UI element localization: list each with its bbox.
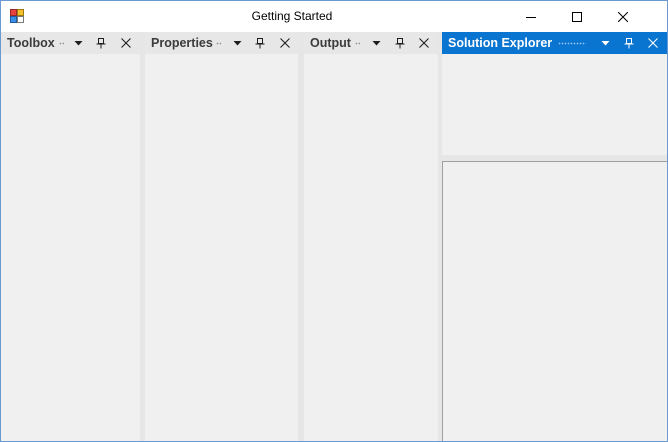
maximize-button[interactable] [554, 1, 600, 32]
properties-dropdown-button[interactable] [229, 35, 245, 51]
pin-icon [624, 37, 634, 48]
pin-icon [395, 37, 405, 48]
solution-explorer-drag-grip[interactable] [558, 42, 586, 45]
output-pane-body[interactable] [304, 54, 438, 441]
properties-pin-button[interactable] [252, 35, 268, 51]
toolbox-pane: Toolbox [1, 32, 140, 441]
output-pane: Output [304, 32, 438, 441]
title-bar[interactable]: Getting Started [1, 1, 667, 32]
close-button[interactable] [600, 1, 646, 32]
properties-close-button[interactable] [277, 35, 293, 51]
window-title: Getting Started [251, 9, 333, 23]
properties-pane-body[interactable] [145, 54, 298, 441]
output-pane-title: Output [310, 36, 351, 50]
output-drag-grip[interactable] [355, 42, 360, 45]
minimize-button[interactable] [508, 1, 554, 32]
solution-explorer-pane-header[interactable]: Solution Explorer [442, 32, 667, 54]
solution-explorer-pane-body[interactable] [442, 54, 667, 155]
output-pane-header[interactable]: Output [304, 32, 438, 54]
document-area[interactable] [442, 161, 667, 441]
close-icon [618, 11, 628, 22]
close-icon [648, 38, 658, 48]
properties-pane-title: Properties [151, 36, 213, 50]
pin-icon [255, 37, 265, 48]
solution-explorer-pane-title: Solution Explorer [448, 36, 553, 50]
pin-icon [96, 37, 106, 48]
toolbox-pane-title: Toolbox [7, 36, 55, 50]
output-pin-button[interactable] [392, 35, 408, 51]
properties-drag-grip[interactable] [216, 42, 221, 45]
toolbox-close-button[interactable] [118, 35, 134, 51]
toolbox-pane-body[interactable] [1, 54, 140, 441]
output-dropdown-button[interactable] [368, 35, 384, 51]
chevron-down-icon [372, 41, 380, 46]
toolbox-dropdown-button[interactable] [70, 35, 86, 51]
main-window: Getting Started Toolbox Properties Outpu… [0, 0, 668, 442]
chevron-down-icon [74, 41, 82, 46]
maximize-icon [572, 11, 582, 22]
solution-explorer-dropdown-button[interactable] [597, 35, 613, 51]
close-icon [121, 38, 131, 48]
solution-explorer-close-button[interactable] [645, 35, 661, 51]
properties-pane-header[interactable]: Properties [145, 32, 298, 54]
chevron-down-icon [601, 41, 609, 46]
close-icon [419, 38, 429, 48]
chevron-down-icon [233, 41, 241, 46]
minimize-icon [526, 16, 536, 18]
toolbox-pane-header[interactable]: Toolbox [1, 32, 140, 54]
properties-pane: Properties [145, 32, 298, 441]
output-close-button[interactable] [416, 35, 432, 51]
solution-explorer-pin-button[interactable] [621, 35, 637, 51]
close-icon [280, 38, 290, 48]
solution-explorer-pane: Solution Explorer [442, 32, 667, 155]
toolbox-pin-button[interactable] [93, 35, 109, 51]
toolbox-drag-grip[interactable] [59, 42, 64, 45]
